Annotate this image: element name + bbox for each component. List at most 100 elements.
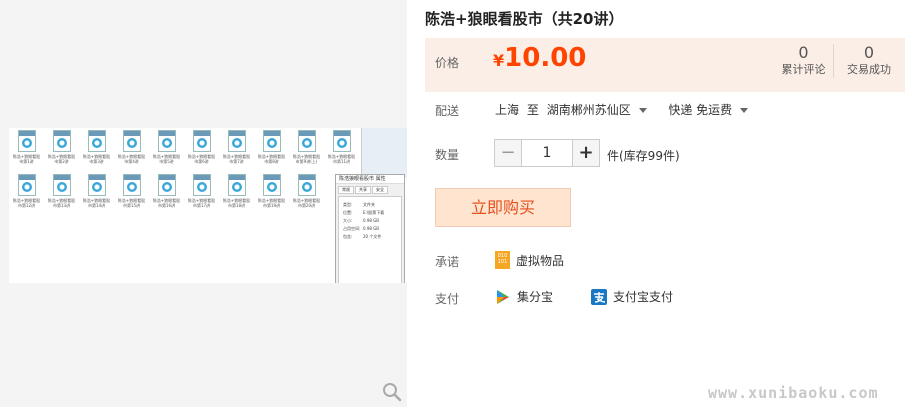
- sales-count[interactable]: 0 交易成功: [839, 44, 899, 78]
- dialog-row: 位置: E:\股票下载: [343, 209, 397, 217]
- ship-method: 快递 免运费: [668, 103, 733, 117]
- dialog-row-value: 0.98 GB: [363, 218, 380, 223]
- price-number: 10.00: [504, 43, 587, 73]
- ship-method-select[interactable]: 快递 免运费: [668, 103, 762, 117]
- product-page: 陈浩+狼眼看股市第1讲 陈浩+狼眼看股市第2讲 陈浩+狼眼看股市第3讲 陈浩+狼眼看股…: [0, 0, 905, 407]
- file-name: 陈浩+狼眼看股市第2讲: [47, 154, 76, 164]
- zoom-icon[interactable]: [382, 382, 402, 402]
- payment-label: 支付: [435, 292, 460, 306]
- shipping-label: 配送: [435, 104, 460, 118]
- promise-row: 010 101 虚拟物品: [495, 251, 564, 269]
- video-file-icon: [87, 174, 106, 196]
- file-name: 陈浩+狼眼看股市第1讲: [12, 154, 41, 164]
- decrease-button[interactable]: −: [494, 139, 522, 167]
- file-name: 陈浩+狼眼看股市第3讲: [82, 154, 111, 164]
- review-count-label: 累计评论: [781, 63, 826, 76]
- file-name: 陈浩+狼眼看股市第5讲: [152, 154, 181, 164]
- video-file-icon: 陈浩+狼眼看股市第14讲: [83, 174, 110, 214]
- video-file-icon: [227, 130, 246, 152]
- watermark: www.xunibaoku.com: [708, 384, 879, 402]
- stock-text: 件(库存99件): [607, 149, 680, 163]
- video-file-icon: [157, 174, 176, 196]
- video-file-icon: [87, 130, 106, 152]
- sales-count-value: 0: [863, 43, 875, 62]
- file-name: 陈浩+狼眼看股市第11讲: [327, 154, 356, 164]
- dialog-body: 类型: 文件夹位置: E:\股票下载 大小: 0.98 GB 占用空间: 0.98 GB 包含…: [338, 196, 402, 283]
- video-file-icon: [17, 174, 36, 196]
- dialog-row-key: 类型:: [343, 202, 353, 207]
- product-image[interactable]: 陈浩+狼眼看股市第1讲 陈浩+狼眼看股市第2讲 陈浩+狼眼看股市第3讲 陈浩+狼眼看股…: [9, 128, 407, 283]
- video-file-icon: [262, 174, 281, 196]
- ship-destination: 湖南郴州苏仙区: [546, 103, 631, 117]
- file-name: 陈浩+狼眼看股市第17讲: [187, 198, 216, 208]
- video-file-icon: 陈浩+狼眼看股市第5讲: [153, 130, 180, 170]
- file-name: 陈浩+狼眼看股市第16讲: [152, 198, 181, 208]
- video-file-icon: [122, 130, 141, 152]
- video-file-icon: [157, 130, 176, 152]
- alipay-icon: [591, 288, 607, 305]
- video-file-icon: 陈浩+狼眼看股市第15讲: [118, 174, 145, 214]
- video-file-icon: [52, 174, 71, 196]
- video-file-icon: 陈浩+狼眼看股市第1讲: [13, 130, 40, 170]
- video-file-icon: [192, 130, 211, 152]
- video-file-icon: [227, 174, 246, 196]
- payment-alipay[interactable]: 支付宝支付: [591, 288, 673, 305]
- file-name: 陈浩+狼眼看股市第13讲: [47, 198, 76, 208]
- file-name: 陈浩+狼眼看股市第9讲(上): [292, 154, 321, 164]
- dialog-tab: 安全: [372, 186, 388, 194]
- video-file-icon: 陈浩+狼眼看股市第6讲: [188, 130, 215, 170]
- price-box: 价格 ¥10.00 0 累计评论 0 交易成功: [425, 38, 905, 92]
- file-name: 陈浩+狼眼看股市第4讲: [117, 154, 146, 164]
- video-file-icon: 陈浩+狼眼看股市第16讲: [153, 174, 180, 214]
- jifenbao-icon: [497, 289, 509, 304]
- video-file-icon: 陈浩+狼眼看股市第12讲: [13, 174, 40, 214]
- video-file-icon: [122, 174, 141, 196]
- product-title: 陈浩+狼眼看股市（共20讲）: [425, 10, 624, 28]
- dialog-row: 大小: 0.98 GB: [343, 217, 397, 225]
- buy-now-button[interactable]: 立即购买: [435, 188, 571, 227]
- dialog-title: 陈浩狼眼看股市 属性: [336, 175, 404, 184]
- dialog-row-key: 包含:: [343, 234, 353, 239]
- dialog-row-key: 位置:: [343, 210, 353, 215]
- increase-button[interactable]: +: [572, 139, 600, 167]
- video-file-icon: 陈浩+狼眼看股市第4讲: [118, 130, 145, 170]
- price-label: 价格: [435, 56, 460, 70]
- video-file-icon: 陈浩+狼眼看股市第9讲(上): [293, 130, 320, 170]
- quantity-input[interactable]: 1: [522, 139, 572, 167]
- video-file-icon: 陈浩+狼眼看股市第20讲: [293, 174, 320, 214]
- ship-destination-select[interactable]: 湖南郴州苏仙区: [547, 103, 661, 117]
- product-gallery[interactable]: 陈浩+狼眼看股市第1讲 陈浩+狼眼看股市第2讲 陈浩+狼眼看股市第3讲 陈浩+狼眼看股…: [0, 0, 407, 407]
- quantity-stepper: − 1 +: [494, 139, 600, 167]
- dialog-row-key: 大小:: [343, 218, 353, 223]
- chevron-down-icon: [740, 108, 749, 113]
- sales-count-label: 交易成功: [847, 63, 891, 76]
- dialog-row: 占用空间: 0.98 GB: [343, 225, 397, 233]
- payment-alipay-label: 支付宝支付: [613, 290, 674, 304]
- promise-text[interactable]: 虚拟物品: [516, 252, 564, 269]
- file-name: 陈浩+狼眼看股市第14讲: [82, 198, 111, 208]
- video-file-icon: 陈浩+狼眼看股市第8讲: [258, 130, 285, 170]
- file-name: 陈浩+狼眼看股市第15讲: [117, 198, 146, 208]
- shipping-row: 上海 至 湖南郴州苏仙区 快递 免运费: [495, 101, 766, 118]
- dialog-row-value: 文件夹: [363, 202, 375, 207]
- dialog-row: 包含: 20 个文件: [343, 233, 397, 241]
- video-file-icon: 陈浩+狼眼看股市第2讲: [48, 130, 75, 170]
- file-name: 陈浩+狼眼看股市第8讲: [257, 154, 286, 164]
- video-file-icon: 陈浩+狼眼看股市第11讲: [328, 130, 355, 170]
- video-file-icon: 陈浩+狼眼看股市第7讲: [223, 130, 250, 170]
- chevron-down-icon: [638, 108, 647, 113]
- review-count[interactable]: 0 累计评论: [774, 44, 834, 78]
- video-file-icon: [262, 130, 281, 152]
- video-file-icon: [52, 130, 71, 152]
- currency-symbol: ¥: [493, 51, 505, 70]
- dialog-tabs: 常规 共享 安全: [336, 184, 404, 194]
- file-name: 陈浩+狼眼看股市第12讲: [12, 198, 41, 208]
- promise-label: 承诺: [435, 255, 460, 269]
- video-file-icon: 陈浩+狼眼看股市第3讲: [83, 130, 110, 170]
- video-file-icon: [297, 130, 316, 152]
- review-count-value: 0: [798, 43, 809, 62]
- ship-from: 上海: [495, 103, 520, 117]
- dialog-tab: 常规: [338, 186, 354, 194]
- payment-jifenbao[interactable]: 集分宝: [495, 288, 553, 305]
- file-name: 陈浩+狼眼看股市第18讲: [222, 198, 251, 208]
